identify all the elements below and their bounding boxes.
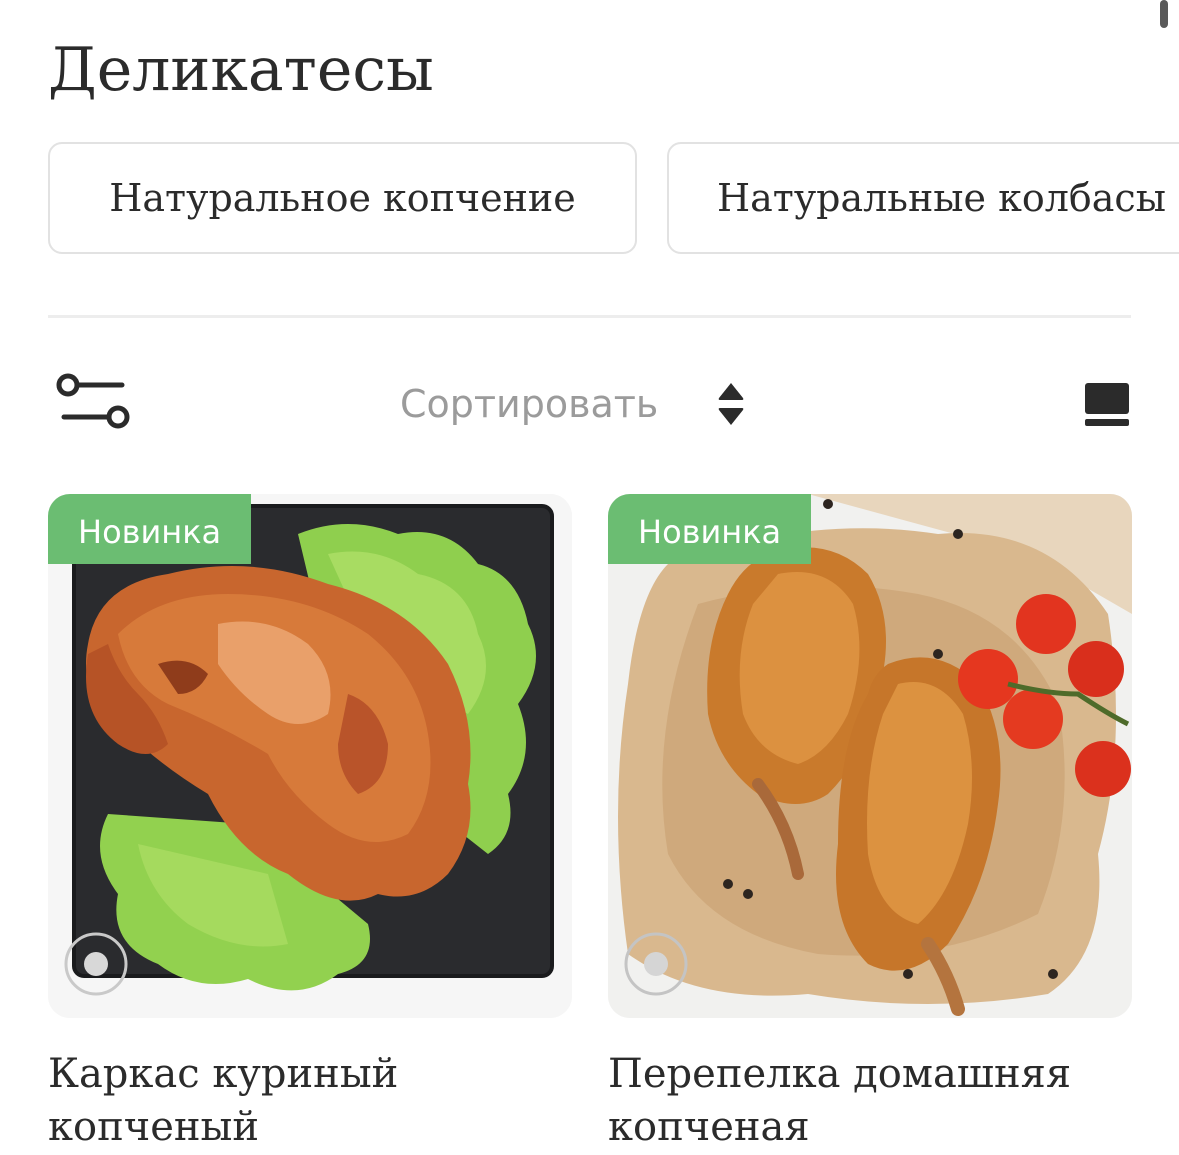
- scrollbar[interactable]: [1160, 0, 1168, 28]
- product-title[interactable]: Каркас куриный копченый: [48, 1048, 572, 1154]
- divider: [48, 315, 1131, 318]
- product-image-smoked-quail[interactable]: Новинка: [608, 494, 1132, 1018]
- sort-button[interactable]: Сортировать: [400, 372, 746, 436]
- filter-sliders-icon: [56, 373, 130, 429]
- filter-button[interactable]: [52, 372, 134, 434]
- new-badge: Новинка: [608, 494, 812, 564]
- new-badge: Новинка: [48, 494, 252, 564]
- product-card[interactable]: Новинка Каркас куриный копченый: [48, 494, 572, 1154]
- product-image-smoked-chicken[interactable]: Новинка: [48, 494, 572, 1018]
- sort-label: Сортировать: [400, 382, 659, 426]
- view-toggle-icon: [1085, 383, 1129, 426]
- smoked-quail-image: [608, 494, 1132, 1018]
- product-card[interactable]: Новинка Перепелка домашняя копченая: [608, 494, 1132, 1154]
- view-toggle-button[interactable]: [1084, 382, 1130, 428]
- category-chip-natural-sausages[interactable]: Натуральные колбасы: [667, 142, 1179, 254]
- smoked-chicken-image: [48, 494, 572, 1018]
- product-title[interactable]: Перепелка домашняя копченая: [608, 1048, 1132, 1154]
- page-title: Деликатесы: [48, 35, 434, 105]
- category-chip-natural-smoking[interactable]: Натуральное копчение: [48, 142, 637, 254]
- sort-up-down-icon: [718, 383, 744, 425]
